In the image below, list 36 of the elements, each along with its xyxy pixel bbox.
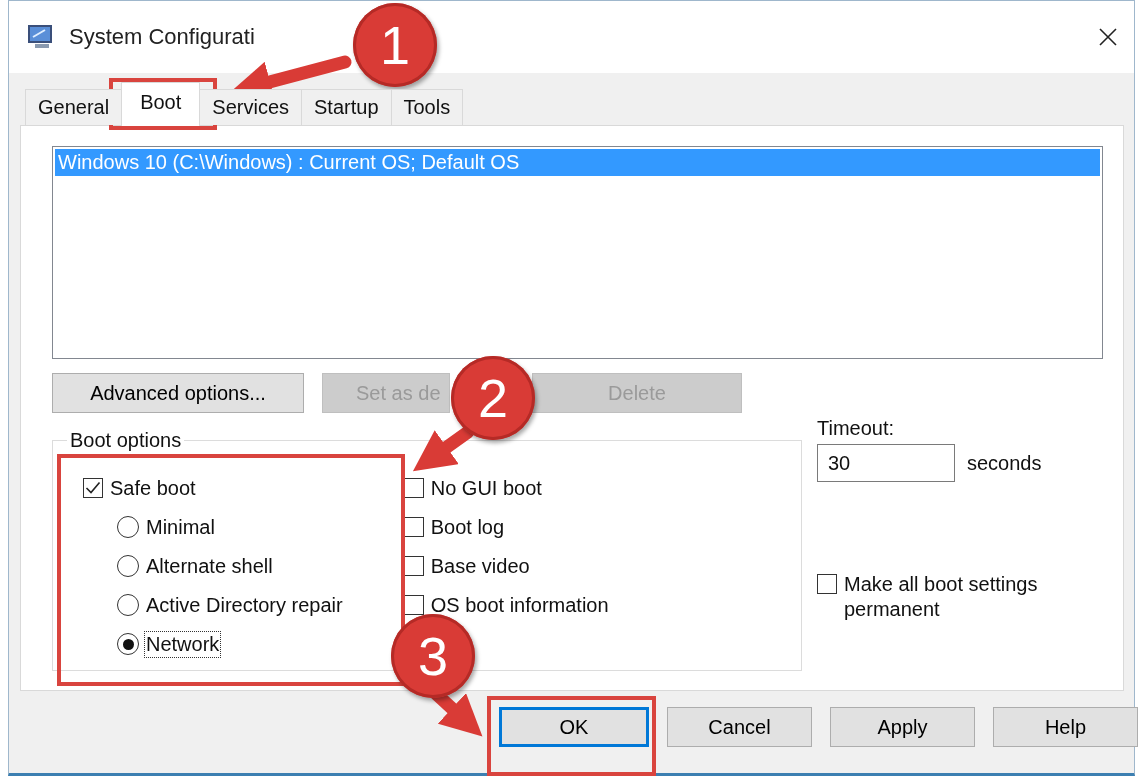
help-button[interactable]: Help bbox=[993, 707, 1138, 747]
close-icon[interactable] bbox=[1098, 27, 1118, 47]
advanced-options-button[interactable]: Advanced options... bbox=[52, 373, 304, 413]
tab[interactable]: Tools bbox=[390, 89, 464, 125]
radio-label[interactable]: Network bbox=[145, 632, 221, 657]
radio-button[interactable] bbox=[117, 594, 139, 616]
apply-button[interactable]: Apply bbox=[830, 707, 975, 747]
radio-label[interactable]: Minimal bbox=[145, 515, 216, 540]
radio-button[interactable] bbox=[117, 633, 139, 655]
checkbox[interactable] bbox=[403, 556, 424, 576]
tab[interactable]: General bbox=[25, 89, 123, 125]
tab[interactable]: Services bbox=[199, 89, 302, 125]
window-title: System Configurati bbox=[69, 24, 255, 50]
group-title: Boot options bbox=[69, 429, 183, 452]
radio-label[interactable]: Active Directory repair bbox=[145, 593, 344, 618]
field-label: Timeout: bbox=[817, 417, 896, 440]
checkbox[interactable] bbox=[403, 595, 424, 615]
unit-label: seconds bbox=[967, 451, 1042, 475]
checkbox-label[interactable]: Safe boot bbox=[109, 476, 197, 501]
radio-button[interactable] bbox=[117, 516, 139, 538]
checkbox[interactable] bbox=[817, 574, 837, 594]
monitor-icon bbox=[27, 24, 55, 50]
radio-label[interactable]: Alternate shell bbox=[145, 554, 274, 579]
checkbox-label[interactable]: Base video bbox=[429, 554, 531, 579]
timeout-field[interactable]: 30 bbox=[817, 444, 955, 482]
checkbox-label[interactable]: No GUI boot bbox=[429, 476, 543, 501]
ok-button[interactable]: OK bbox=[499, 707, 649, 747]
checkbox-label[interactable]: Boot log bbox=[429, 515, 506, 540]
checkbox[interactable] bbox=[403, 517, 424, 537]
checkbox[interactable] bbox=[83, 478, 103, 498]
checkbox-label[interactable]: Make all boot settings permanent bbox=[843, 572, 1067, 622]
cancel-button[interactable]: Cancel bbox=[667, 707, 812, 747]
checkbox[interactable] bbox=[403, 478, 424, 498]
tab[interactable]: Boot bbox=[121, 82, 201, 126]
radio-button[interactable] bbox=[117, 555, 139, 577]
arrow bbox=[412, 425, 475, 472]
